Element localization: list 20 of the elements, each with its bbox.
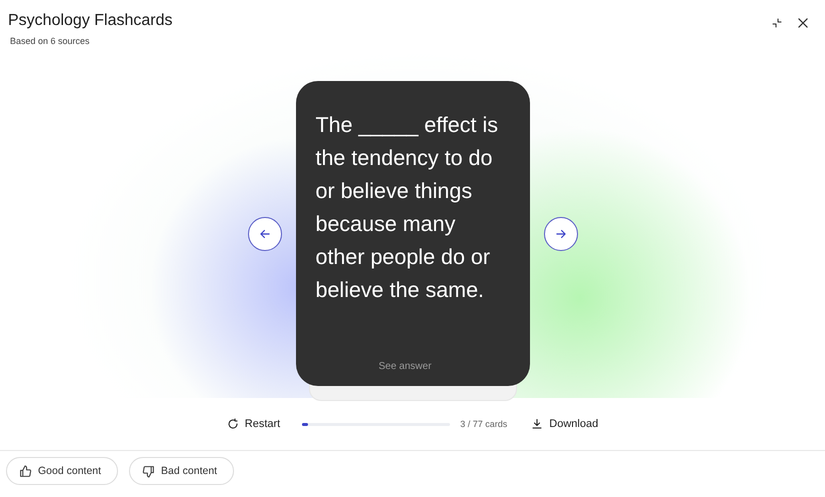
thumbs-down-icon bbox=[142, 464, 156, 478]
previous-button[interactable] bbox=[248, 217, 282, 251]
see-answer-hint: See answer bbox=[378, 361, 432, 372]
download-button[interactable]: Download bbox=[531, 418, 598, 430]
thumbs-up-icon bbox=[19, 464, 32, 478]
flashcard[interactable]: The _____ effect is the tendency to do or believe things because many other people do or believe the same. See answer bbox=[296, 81, 530, 386]
restart-icon bbox=[226, 418, 239, 430]
sources-note: Based on 6 sources bbox=[9, 36, 91, 46]
card-question: The _____ effect is the tendency to do or believe things because many other people do or believe the same. bbox=[316, 112, 499, 304]
next-button[interactable] bbox=[544, 217, 578, 251]
restart-button[interactable]: Restart bbox=[226, 418, 280, 430]
close-icon bbox=[796, 16, 810, 30]
feedback-button[interactable]: Bad content bbox=[129, 457, 234, 485]
right-arrow-icon bbox=[554, 227, 568, 241]
window-title: Psychology Flashcards bbox=[8, 12, 173, 30]
feedback-button[interactable]: Good content bbox=[6, 457, 118, 485]
left-arrow-icon bbox=[258, 227, 272, 241]
collapse-icon bbox=[771, 17, 783, 29]
card-count: 3 / 77 cards bbox=[460, 419, 508, 429]
download-icon bbox=[531, 418, 544, 430]
